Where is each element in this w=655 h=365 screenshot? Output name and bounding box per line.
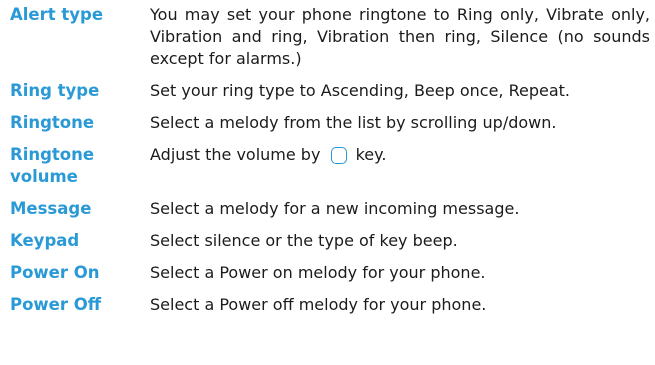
setting-description: Select a melody for a new incoming messa… (150, 199, 520, 218)
setting-term: Ringtone volume (10, 145, 95, 186)
setting-row-alert-type: Alert type You may set your phone ringto… (10, 4, 650, 70)
ringtone-settings-list: Alert type You may set your phone ringto… (10, 4, 650, 316)
setting-term: Power On (10, 263, 100, 282)
setting-description: Select a melody from the list by scrolli… (150, 113, 557, 132)
setting-term: Ringtone (10, 113, 95, 132)
setting-description: Select silence or the type of key beep. (150, 231, 458, 250)
setting-row-ringtone: Ringtone Select a melody from the list b… (10, 112, 650, 134)
setting-row-power-off: Power Off Select a Power off melody for … (10, 294, 650, 316)
setting-description: Select a Power on melody for your phone. (150, 263, 486, 282)
setting-row-keypad: Keypad Select silence or the type of key… (10, 230, 650, 252)
setting-term: Message (10, 199, 92, 218)
volume-desc-after: key. (350, 145, 387, 164)
setting-row-power-on: Power On Select a Power on melody for yo… (10, 262, 650, 284)
navigation-key-icon (330, 147, 347, 164)
setting-row-ringtone-volume: Ringtone volume Adjust the volume by key… (10, 144, 650, 188)
setting-term: Power Off (10, 295, 102, 314)
setting-term: Ring type (10, 81, 100, 100)
setting-row-ring-type: Ring type Set your ring type to Ascendin… (10, 80, 650, 102)
setting-description: You may set your phone ringtone to Ring … (150, 5, 650, 68)
setting-row-message: Message Select a melody for a new incomi… (10, 198, 650, 220)
setting-description: Adjust the volume by key. (150, 144, 650, 166)
volume-desc-before: Adjust the volume by (150, 145, 326, 164)
setting-term: Keypad (10, 231, 80, 250)
setting-description: Set your ring type to Ascending, Beep on… (150, 81, 570, 100)
setting-term: Alert type (10, 5, 104, 24)
setting-description: Select a Power off melody for your phone… (150, 295, 487, 314)
